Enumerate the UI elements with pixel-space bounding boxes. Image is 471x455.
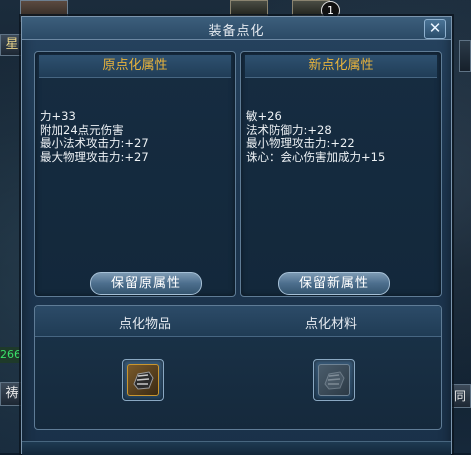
attribute-line: 最小物理攻击力:+22 (246, 136, 355, 150)
hotbar-slot[interactable] (230, 0, 268, 16)
attribute-line: 敏+26 (246, 109, 282, 123)
title-bar[interactable]: 装备点化 ✕ (22, 17, 451, 40)
attribute-line: 附加24点元伤害 (40, 122, 124, 137)
attribute-line: 最大物理攻击力:+27 (40, 149, 149, 164)
refine-materials-section: 点化物品 点化材料 (34, 305, 442, 430)
original-attributes-header: 原点化属性 (39, 55, 231, 78)
original-attributes-list: 力+33 附加24点元伤害 最小法术攻击力:+27 最大物理攻击力:+27 (40, 109, 149, 164)
equipment-refine-dialog: 装备点化 ✕ 原点化属性 力+33 附加24点元伤害 最小法术攻击力:+27 最… (21, 16, 452, 455)
refine-item-label: 点化物品 (119, 317, 172, 332)
materials-header: 点化物品 点化材料 (35, 306, 441, 337)
refine-item-slot[interactable] (122, 359, 164, 401)
dialog-title: 装备点化 (208, 24, 265, 39)
side-tab-right[interactable]: 同 (449, 384, 471, 408)
keep-new-button[interactable]: 保留新属性 (278, 272, 390, 295)
attribute-line: 法术防御力:+28 (246, 122, 332, 137)
side-panel-edge (459, 40, 471, 72)
keep-original-button[interactable]: 保留原属性 (90, 272, 202, 295)
gauntlet-icon (324, 371, 345, 390)
attribute-line: 力+33 (40, 109, 76, 123)
original-attributes-panel: 原点化属性 力+33 附加24点元伤害 最小法术攻击力:+27 最大物理攻击力:… (34, 51, 236, 297)
gauntlet-icon (133, 371, 154, 390)
attribute-line: 诛心：会心伤害加成力+15 (246, 149, 386, 164)
status-value: 266 (0, 347, 22, 363)
new-attributes-panel: 新点化属性 敏+26 法术防御力:+28 最小物理攻击力:+22 诛心：会心伤害… (240, 51, 442, 297)
new-attributes-list: 敏+26 法术防御力:+28 最小物理攻击力:+22 诛心：会心伤害加成力+15 (246, 109, 386, 164)
refine-material-slot[interactable] (313, 359, 355, 401)
close-button[interactable]: ✕ (424, 19, 446, 39)
refine-material-label: 点化材料 (305, 317, 358, 332)
new-attributes-header: 新点化属性 (245, 55, 437, 78)
attribute-line: 最小法术攻击力:+27 (40, 136, 149, 150)
